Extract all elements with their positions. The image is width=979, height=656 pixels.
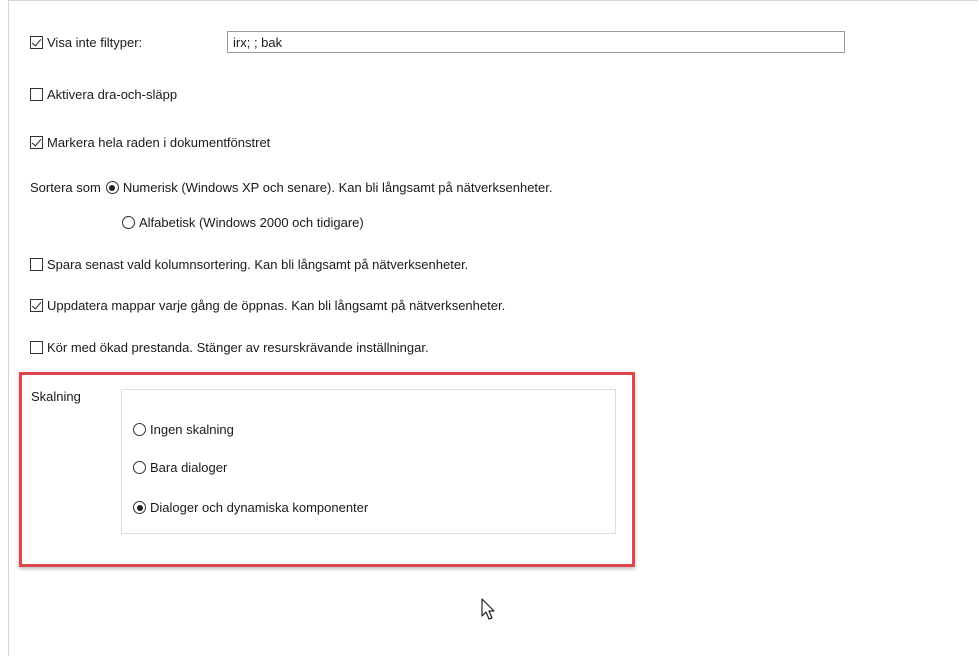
save-sort-label: Spara senast vald kolumnsortering. Kan b… [47,257,469,272]
sort-as-label: Sortera som [30,180,101,195]
scaling-dialogs-radio[interactable] [133,461,146,474]
performance-option[interactable]: Kör med ökad prestanda. Stänger av resur… [30,340,429,355]
sort-alpha-option[interactable]: Alfabetisk (Windows 2000 och tidigare) [122,215,364,230]
update-folders-label: Uppdatera mappar varje gång de öppnas. K… [47,298,506,313]
mouse-pointer-icon [481,598,495,620]
sort-numeric-radio[interactable] [105,181,119,194]
scaling-dynamic-radio[interactable] [133,501,146,514]
sort-as-row: Sortera som Numerisk (Windows XP och sen… [30,180,553,195]
hide-filetypes-option[interactable]: Visa inte filtyper: [30,35,142,50]
scaling-option-dynamic[interactable]: Dialoger och dynamiska komponenter [133,500,368,515]
scaling-option-none[interactable]: Ingen skalning [133,422,234,437]
drag-drop-checkbox[interactable] [30,88,43,101]
highlight-row-option[interactable]: Markera hela raden i dokumentfönstret [30,135,270,150]
hide-filetypes-input[interactable] [227,31,845,53]
scaling-group-title: Skalning [31,389,81,404]
save-sort-checkbox[interactable] [30,258,43,271]
update-folders-option[interactable]: Uppdatera mappar varje gång de öppnas. K… [30,298,505,313]
highlight-row-checkbox[interactable] [30,136,43,149]
scaling-option-dialogs[interactable]: Bara dialoger [133,460,227,475]
hide-filetypes-label: Visa inte filtyper: [47,35,143,50]
save-sort-option[interactable]: Spara senast vald kolumnsortering. Kan b… [30,257,468,272]
update-folders-checkbox[interactable] [30,299,43,312]
scaling-none-label: Ingen skalning [150,422,234,437]
sort-numeric-label[interactable]: Numerisk (Windows XP och senare). Kan bl… [123,180,553,195]
sort-alpha-label: Alfabetisk (Windows 2000 och tidigare) [139,215,364,230]
scaling-none-radio[interactable] [133,423,146,436]
performance-label: Kör med ökad prestanda. Stänger av resur… [47,340,429,355]
drag-drop-label: Aktivera dra-och-släpp [47,87,178,102]
scaling-label: Skalning [31,389,81,404]
sort-alpha-radio[interactable] [122,216,135,229]
performance-checkbox[interactable] [30,341,43,354]
hide-filetypes-checkbox[interactable] [30,36,43,49]
drag-drop-option[interactable]: Aktivera dra-och-släpp [30,87,177,102]
highlight-row-label: Markera hela raden i dokumentfönstret [47,135,271,150]
scaling-dialogs-label: Bara dialoger [150,460,228,475]
scaling-dynamic-label: Dialoger och dynamiska komponenter [150,500,369,515]
